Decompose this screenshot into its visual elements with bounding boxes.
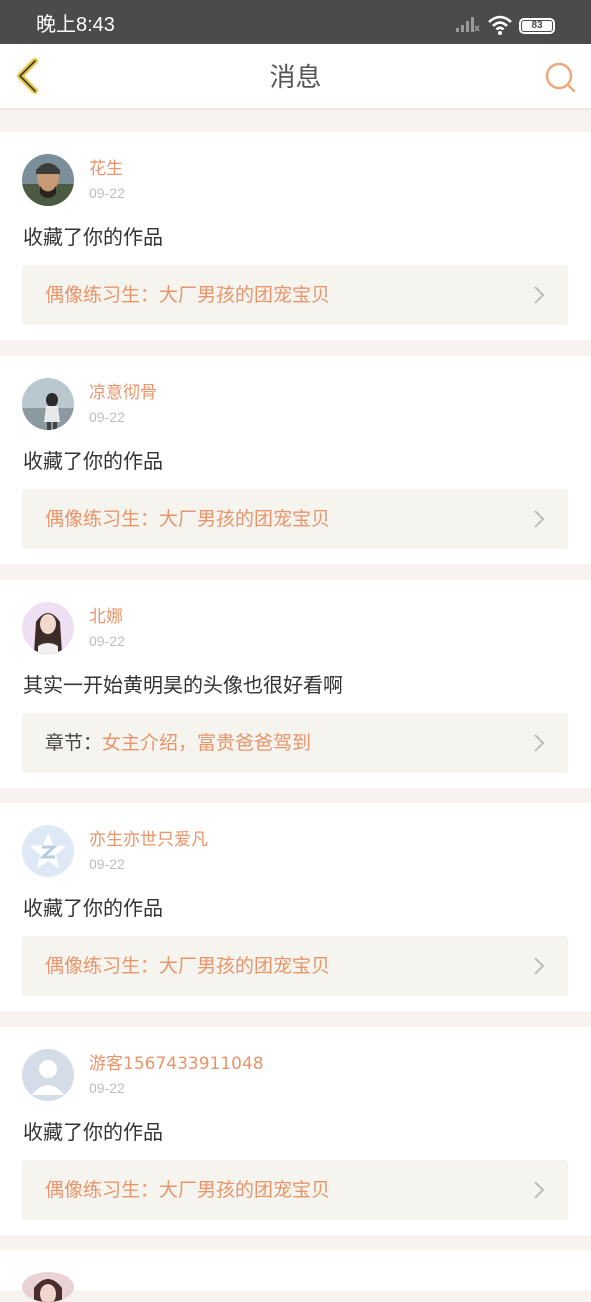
user-name[interactable]: 花生: [89, 158, 123, 180]
page-title: 消息: [269, 63, 322, 93]
message-card[interactable]: 游客1567433911048 09-22 收藏了你的作品 偶像练习生：大厂男孩…: [0, 1027, 591, 1235]
message-card[interactable]: 北娜 09-22 其实一开始黄明昊的头像也很好看啊 章节：女主介绍，富贵爸爸驾到: [0, 580, 591, 788]
chevron-right-icon: [532, 956, 546, 980]
avatar[interactable]: [22, 154, 74, 206]
ref-title: 偶像练习生：大厂男孩的团宠宝贝: [45, 955, 331, 977]
chevron-right-icon: [532, 285, 546, 309]
message-card[interactable]: 凉意彻骨 09-22 收藏了你的作品 偶像练习生：大厂男孩的团宠宝贝: [0, 356, 591, 564]
ref-prefix: 章节：: [45, 732, 103, 754]
battery-level: 83: [522, 21, 552, 31]
avatar[interactable]: [22, 1272, 74, 1302]
message-text: 其实一开始黄明昊的头像也很好看啊: [23, 673, 343, 697]
avatar[interactable]: [22, 378, 74, 430]
wifi-icon: [487, 14, 513, 40]
ref-title: 女主介绍，富贵爸爸驾到: [102, 732, 312, 754]
chevron-right-icon: [532, 509, 546, 533]
message-date: 09-22: [89, 856, 125, 872]
status-time: 晚上8:43: [36, 14, 115, 36]
ref-title: 偶像练习生：大厂男孩的团宠宝贝: [45, 1179, 331, 1201]
chapter-link[interactable]: 章节：女主介绍，富贵爸爸驾到: [22, 713, 568, 773]
work-link[interactable]: 偶像练习生：大厂男孩的团宠宝贝: [22, 489, 568, 549]
message-card[interactable]: [0, 1250, 591, 1302]
user-name[interactable]: 北娜: [89, 606, 123, 628]
message-card[interactable]: 亦生亦世只爱凡 09-22 收藏了你的作品 偶像练习生：大厂男孩的团宠宝贝: [0, 803, 591, 1011]
search-icon[interactable]: [543, 60, 577, 94]
ref-title: 偶像练习生：大厂男孩的团宠宝贝: [45, 284, 331, 306]
nav-bar: 消息: [0, 44, 591, 110]
chevron-right-icon: [532, 733, 546, 757]
avatar[interactable]: [22, 602, 74, 654]
user-name[interactable]: 亦生亦世只爱凡: [89, 829, 208, 851]
message-card[interactable]: 花生 09-22 收藏了你的作品 偶像练习生：大厂男孩的团宠宝贝: [0, 132, 591, 340]
work-link[interactable]: 偶像练习生：大厂男孩的团宠宝贝: [22, 936, 568, 996]
status-bar: 晚上8:43 83: [0, 0, 591, 44]
message-text: 收藏了你的作品: [23, 225, 163, 249]
battery-icon: 83: [519, 18, 555, 34]
message-text: 收藏了你的作品: [23, 1120, 163, 1144]
message-date: 09-22: [89, 409, 125, 425]
work-link[interactable]: 偶像练习生：大厂男孩的团宠宝贝: [22, 1160, 568, 1220]
message-date: 09-22: [89, 1080, 125, 1096]
ref-title: 偶像练习生：大厂男孩的团宠宝贝: [45, 508, 331, 530]
user-name[interactable]: 游客1567433911048: [89, 1053, 264, 1075]
message-date: 09-22: [89, 185, 125, 201]
message-date: 09-22: [89, 633, 125, 649]
chevron-right-icon: [532, 1180, 546, 1204]
avatar[interactable]: [22, 825, 74, 877]
avatar[interactable]: [22, 1049, 74, 1101]
message-text: 收藏了你的作品: [23, 896, 163, 920]
signal-icon: [456, 15, 480, 37]
message-text: 收藏了你的作品: [23, 449, 163, 473]
work-link[interactable]: 偶像练习生：大厂男孩的团宠宝贝: [22, 265, 568, 325]
user-name[interactable]: 凉意彻骨: [89, 382, 157, 404]
